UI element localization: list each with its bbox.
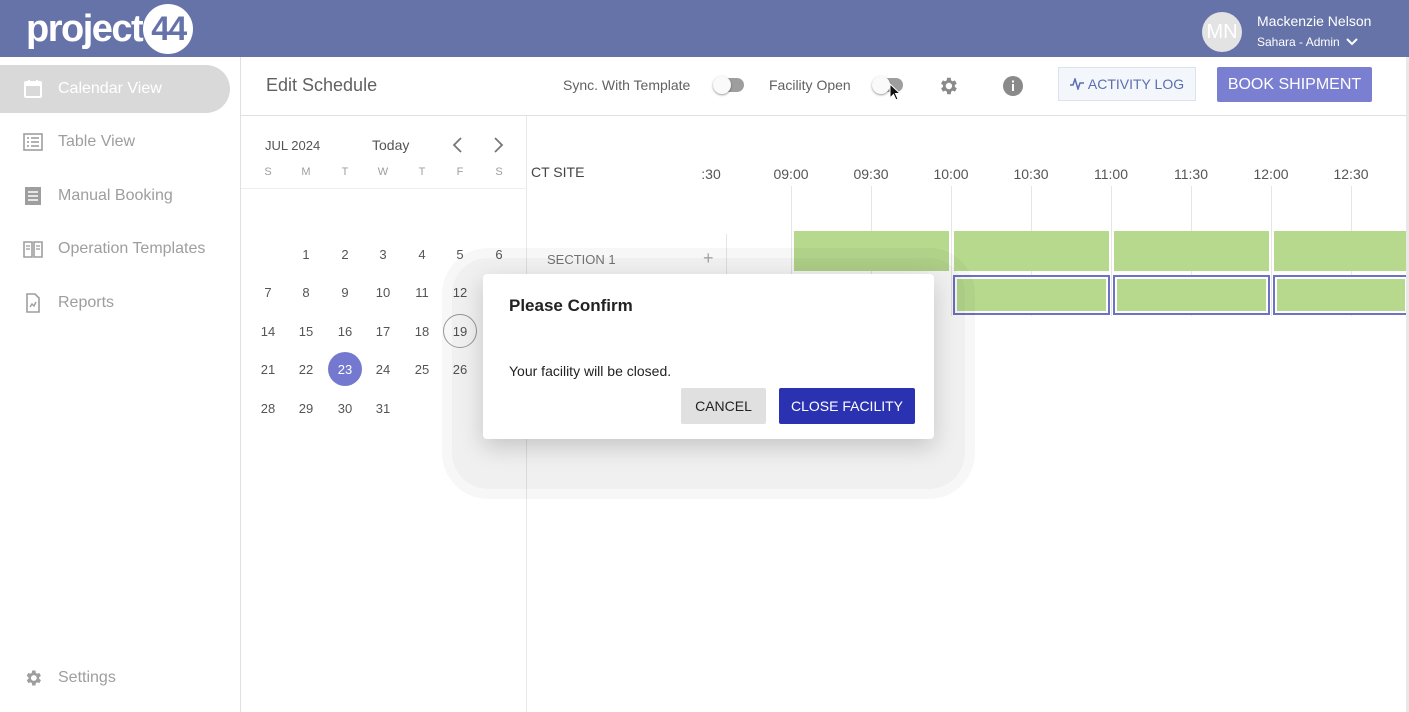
logo-text: project xyxy=(26,7,144,50)
calendar-day[interactable]: 23 xyxy=(328,352,362,386)
chevron-right-icon[interactable] xyxy=(489,136,507,154)
activity-log-label: ACTIVITY LOG xyxy=(1087,76,1185,92)
close-facility-button[interactable]: CLOSE FACILITY xyxy=(779,388,915,424)
info-icon[interactable] xyxy=(1001,74,1025,98)
mouse-cursor-icon xyxy=(889,83,901,101)
avatar[interactable]: MN xyxy=(1202,12,1242,52)
weekday-label: S xyxy=(264,166,272,178)
calendar-day[interactable]: 14 xyxy=(251,314,285,348)
sync-template-label: Sync. With Template xyxy=(563,77,691,93)
calendar-day[interactable]: 16 xyxy=(328,314,362,348)
sidebar-item-operation-templates[interactable]: Operation Templates xyxy=(0,225,230,273)
logo-number: 44 xyxy=(143,4,194,54)
sidebar-item-label: Operation Templates xyxy=(58,240,206,257)
time-slot-selected[interactable] xyxy=(953,275,1110,315)
grid-line xyxy=(1111,186,1112,316)
book-icon xyxy=(23,239,43,259)
form-icon xyxy=(23,186,43,206)
confirm-dialog: Please Confirm Your facility will be clo… xyxy=(483,274,934,439)
calendar-day[interactable]: 15 xyxy=(289,314,323,348)
sidebar-item-label: Calendar View xyxy=(58,80,162,97)
weekday-label: W xyxy=(377,166,389,178)
time-slot-selected[interactable] xyxy=(1113,275,1270,315)
time-label: :30 xyxy=(701,166,721,182)
cancel-button[interactable]: CANCEL xyxy=(681,388,766,424)
calendar-day[interactable]: 30 xyxy=(328,391,362,425)
sidebar-item-label: Table View xyxy=(58,133,136,150)
sidebar-item-reports[interactable]: Reports xyxy=(0,279,230,327)
calendar-day[interactable]: 9 xyxy=(328,275,362,309)
page-title: Edit Schedule xyxy=(266,75,378,95)
time-label: 12:30 xyxy=(1333,166,1369,182)
time-label: 10:30 xyxy=(1013,166,1049,182)
toolbar: Edit Schedule Sync. With Template Facili… xyxy=(241,57,1409,116)
calendar-day[interactable]: 1 xyxy=(289,237,323,271)
time-label: 09:00 xyxy=(773,166,809,182)
calendar-day[interactable]: 3 xyxy=(366,237,400,271)
list-icon xyxy=(23,132,43,152)
time-label: 11:00 xyxy=(1094,166,1128,182)
calendar-divider xyxy=(241,188,527,189)
project44-logo[interactable]: project 44 xyxy=(26,4,194,54)
weekday-label: T xyxy=(418,166,426,178)
calendar-day[interactable]: 31 xyxy=(366,391,400,425)
today-button[interactable]: Today xyxy=(372,137,409,153)
time-slot[interactable] xyxy=(954,231,1109,271)
calendar-day[interactable]: 18 xyxy=(405,314,439,348)
gear-icon xyxy=(23,668,43,688)
time-label: 10:00 xyxy=(933,166,969,182)
sidebar-item-calendar-view[interactable]: Calendar View xyxy=(0,65,230,113)
sidebar: Calendar View Table View Manual Booking … xyxy=(0,57,241,712)
dialog-message: Your facility will be closed. xyxy=(509,363,672,379)
time-label: 11:30 xyxy=(1174,166,1208,182)
site-label: CT SITE xyxy=(531,164,585,180)
report-icon xyxy=(23,293,43,313)
calendar-day[interactable]: 10 xyxy=(366,275,400,309)
dialog-title: Please Confirm xyxy=(509,296,633,315)
sidebar-item-table-view[interactable]: Table View xyxy=(0,118,230,166)
calendar-icon xyxy=(23,79,43,99)
calendar-day[interactable]: 24 xyxy=(366,352,400,386)
facility-open-label: Facility Open xyxy=(769,77,851,93)
time-slot[interactable] xyxy=(1114,231,1269,271)
activity-log-button[interactable]: ACTIVITY LOG xyxy=(1058,67,1196,101)
user-role-menu[interactable]: Sahara - Admin xyxy=(1257,35,1358,49)
sidebar-item-manual-booking[interactable]: Manual Booking xyxy=(0,172,230,220)
calendar-day[interactable]: 7 xyxy=(251,275,285,309)
sidebar-item-label: Reports xyxy=(58,294,115,311)
calendar-day[interactable]: 21 xyxy=(251,352,285,386)
time-slot-selected[interactable] xyxy=(1273,275,1409,315)
user-role: Sahara - Admin xyxy=(1257,35,1340,49)
weekday-label: F xyxy=(456,166,464,178)
top-bar: project 44 MN Mackenzie Nelson Sahara - A… xyxy=(0,0,1409,57)
chevron-down-icon xyxy=(1346,38,1358,46)
calendar-day[interactable]: 22 xyxy=(289,352,323,386)
chevron-left-icon[interactable] xyxy=(449,136,467,154)
calendar-day[interactable]: 17 xyxy=(366,314,400,348)
calendar-day[interactable]: 28 xyxy=(251,391,285,425)
calendar-day[interactable]: 25 xyxy=(405,352,439,386)
sidebar-item-label: Manual Booking xyxy=(58,187,173,204)
calendar-day[interactable]: 2 xyxy=(328,237,362,271)
sync-template-toggle[interactable] xyxy=(713,76,744,94)
user-name: Mackenzie Nelson xyxy=(1257,13,1372,29)
weekday-label: S xyxy=(495,166,503,178)
calendar-day[interactable]: 11 xyxy=(405,275,439,309)
sidebar-item-label: Settings xyxy=(58,669,116,686)
time-slot[interactable] xyxy=(1274,231,1409,271)
weekday-label: T xyxy=(341,166,349,178)
grid-line xyxy=(1271,186,1272,316)
calendar-day[interactable]: 8 xyxy=(289,275,323,309)
time-label: 12:00 xyxy=(1253,166,1289,182)
book-shipment-button[interactable]: BOOK SHIPMENT xyxy=(1217,67,1372,102)
gear-icon[interactable] xyxy=(936,74,960,98)
calendar-month-label: JUL 2024 xyxy=(265,138,321,153)
activity-icon xyxy=(1069,78,1084,90)
time-label: 09:30 xyxy=(853,166,889,182)
sidebar-item-settings[interactable]: Settings xyxy=(0,654,230,702)
weekday-label: M xyxy=(301,166,311,178)
calendar-day[interactable]: 29 xyxy=(289,391,323,425)
calendar-day[interactable]: 4 xyxy=(405,237,439,271)
